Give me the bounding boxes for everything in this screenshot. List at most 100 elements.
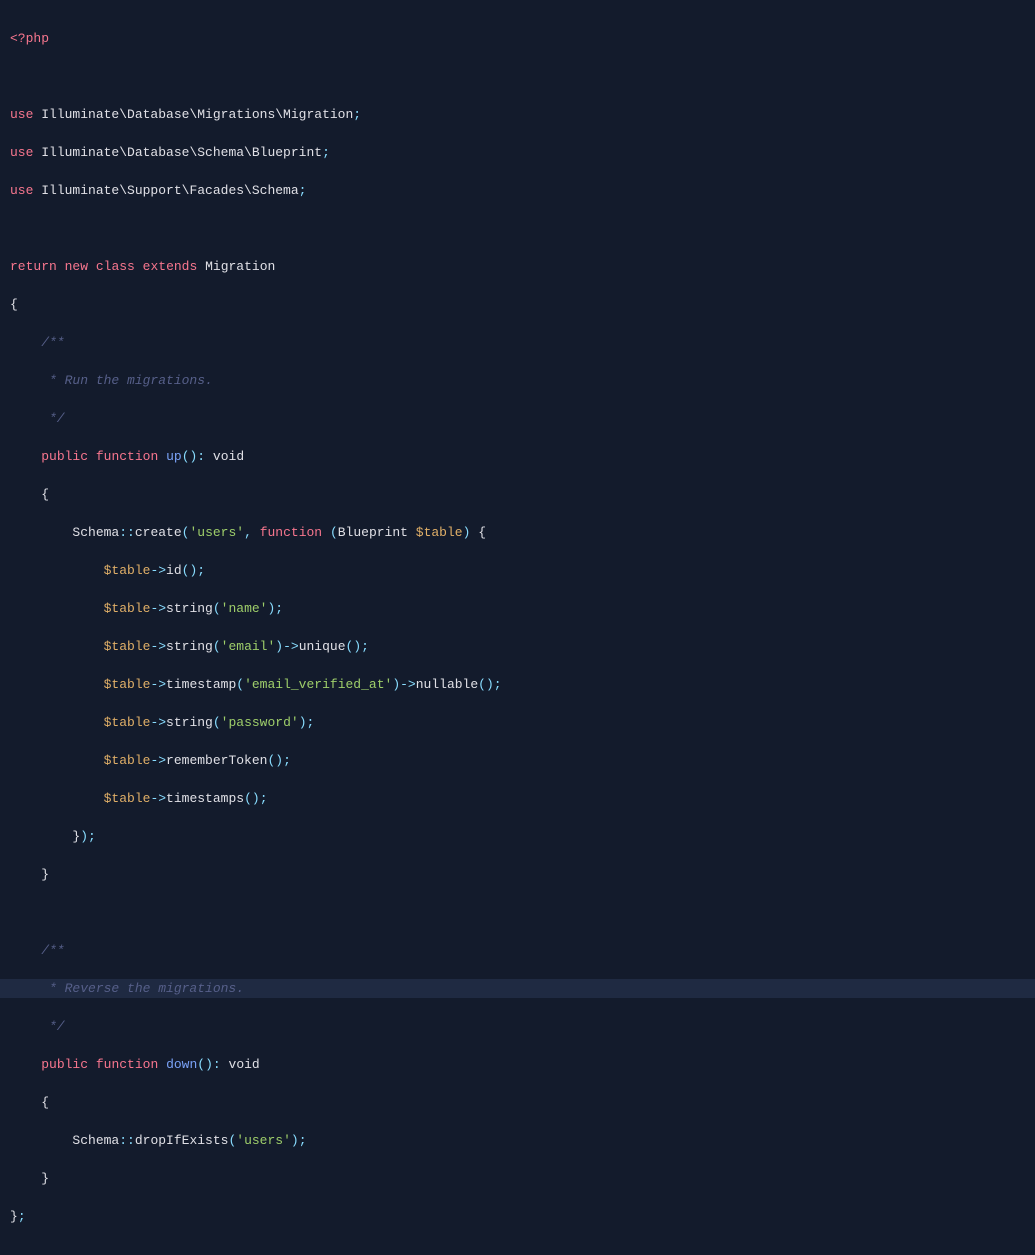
indent (10, 791, 104, 806)
method-id: id (166, 563, 182, 578)
method-unique: unique (299, 639, 346, 654)
keyword-use: use (10, 145, 33, 160)
string-literal: 'email' (221, 639, 276, 654)
docblock: * Run the migrations. (10, 373, 213, 388)
method-name-down: down (166, 1057, 197, 1072)
namespace-path: Illuminate\Support\Facades\Schema (41, 183, 298, 198)
indent (10, 1133, 72, 1148)
paren-open: ( (213, 639, 221, 654)
code-line: Schema::dropIfExists('users'); (10, 1131, 1025, 1150)
method-string: string (166, 639, 213, 654)
docblock: /** (10, 943, 65, 958)
variable-table: $table (416, 525, 463, 540)
arrow: -> (150, 753, 166, 768)
string-literal: 'users' (236, 1133, 291, 1148)
code-line-highlighted: * Reverse the migrations. (0, 979, 1035, 998)
return-type: void (213, 449, 244, 464)
string-literal: 'password' (221, 715, 299, 730)
indent (10, 829, 72, 844)
docblock: * Reverse the migrations. (10, 981, 244, 996)
paren-close: ) (486, 677, 494, 692)
semicolon: ; (283, 753, 291, 768)
arrow: -> (283, 639, 299, 654)
code-line: use Illuminate\Database\Migrations\Migra… (10, 105, 1025, 124)
indent (10, 563, 104, 578)
keyword-function: function (260, 525, 322, 540)
semicolon: ; (260, 791, 268, 806)
code-line: /** (10, 941, 1025, 960)
keyword-function: function (96, 449, 158, 464)
semicolon: ; (361, 639, 369, 654)
colon: : (197, 449, 205, 464)
code-line (10, 903, 1025, 922)
arrow: -> (150, 791, 166, 806)
arrow: -> (150, 601, 166, 616)
indent (10, 753, 104, 768)
code-line: { (10, 1093, 1025, 1112)
variable-table: $table (104, 563, 151, 578)
semicolon: ; (197, 563, 205, 578)
paren-open: ( (228, 1133, 236, 1148)
semicolon: ; (322, 145, 330, 160)
code-line: }; (10, 1207, 1025, 1226)
code-line: $table->string('password'); (10, 713, 1025, 732)
parens: () (197, 1057, 213, 1072)
code-line: $table->id(); (10, 561, 1025, 580)
class-name: Migration (205, 259, 275, 274)
brace-open: { (10, 1095, 49, 1110)
code-line: */ (10, 1017, 1025, 1036)
namespace-path: Illuminate\Database\Migrations\Migration (41, 107, 353, 122)
string-literal: 'email_verified_at' (244, 677, 392, 692)
method-name-up: up (166, 449, 182, 464)
code-line (10, 67, 1025, 86)
code-editor[interactable]: <?php use Illuminate\Database\Migrations… (0, 0, 1035, 1255)
paren-open: ( (213, 715, 221, 730)
keyword-extends: extends (143, 259, 198, 274)
keyword-new: new (65, 259, 88, 274)
code-line: use Illuminate\Database\Schema\Blueprint… (10, 143, 1025, 162)
paren-open: ( (244, 791, 252, 806)
namespace-path: Illuminate\Database\Schema\Blueprint (41, 145, 322, 160)
method-create: create (135, 525, 182, 540)
brace-open: { (10, 297, 18, 312)
space (408, 525, 416, 540)
code-line: $table->string('name'); (10, 599, 1025, 618)
keyword-public: public (41, 1057, 88, 1072)
semicolon: ; (299, 183, 307, 198)
return-type: void (229, 1057, 260, 1072)
paren-close: ) (252, 791, 260, 806)
keyword-use: use (10, 183, 33, 198)
code-line: return new class extends Migration (10, 257, 1025, 276)
semicolon: ; (18, 1209, 26, 1224)
code-line: /** (10, 333, 1025, 352)
code-line: * Run the migrations. (10, 371, 1025, 390)
comma: , (244, 525, 252, 540)
semicolon: ; (299, 1133, 307, 1148)
class-schema: Schema (72, 525, 119, 540)
brace-open: { (10, 487, 49, 502)
code-line: $table->timestamp('email_verified_at')->… (10, 675, 1025, 694)
indent (10, 601, 104, 616)
keyword-use: use (10, 107, 33, 122)
variable-table: $table (104, 677, 151, 692)
keyword-public: public (41, 449, 88, 464)
variable-table: $table (104, 639, 151, 654)
colon: : (213, 1057, 221, 1072)
string-literal: 'name' (221, 601, 268, 616)
paren-open: ( (267, 753, 275, 768)
indent (10, 639, 104, 654)
brace-open: { (478, 525, 486, 540)
paren-close: ) (275, 639, 283, 654)
method-dropifexists: dropIfExists (135, 1133, 229, 1148)
code-line: */ (10, 409, 1025, 428)
paren-close: ) (80, 829, 88, 844)
code-line: } (10, 865, 1025, 884)
code-line: $table->timestamps(); (10, 789, 1025, 808)
brace-close: } (10, 867, 49, 882)
code-line: { (10, 485, 1025, 504)
paren-close: ) (392, 677, 400, 692)
indent (10, 715, 104, 730)
variable-table: $table (104, 601, 151, 616)
variable-table: $table (104, 753, 151, 768)
arrow: -> (150, 639, 166, 654)
